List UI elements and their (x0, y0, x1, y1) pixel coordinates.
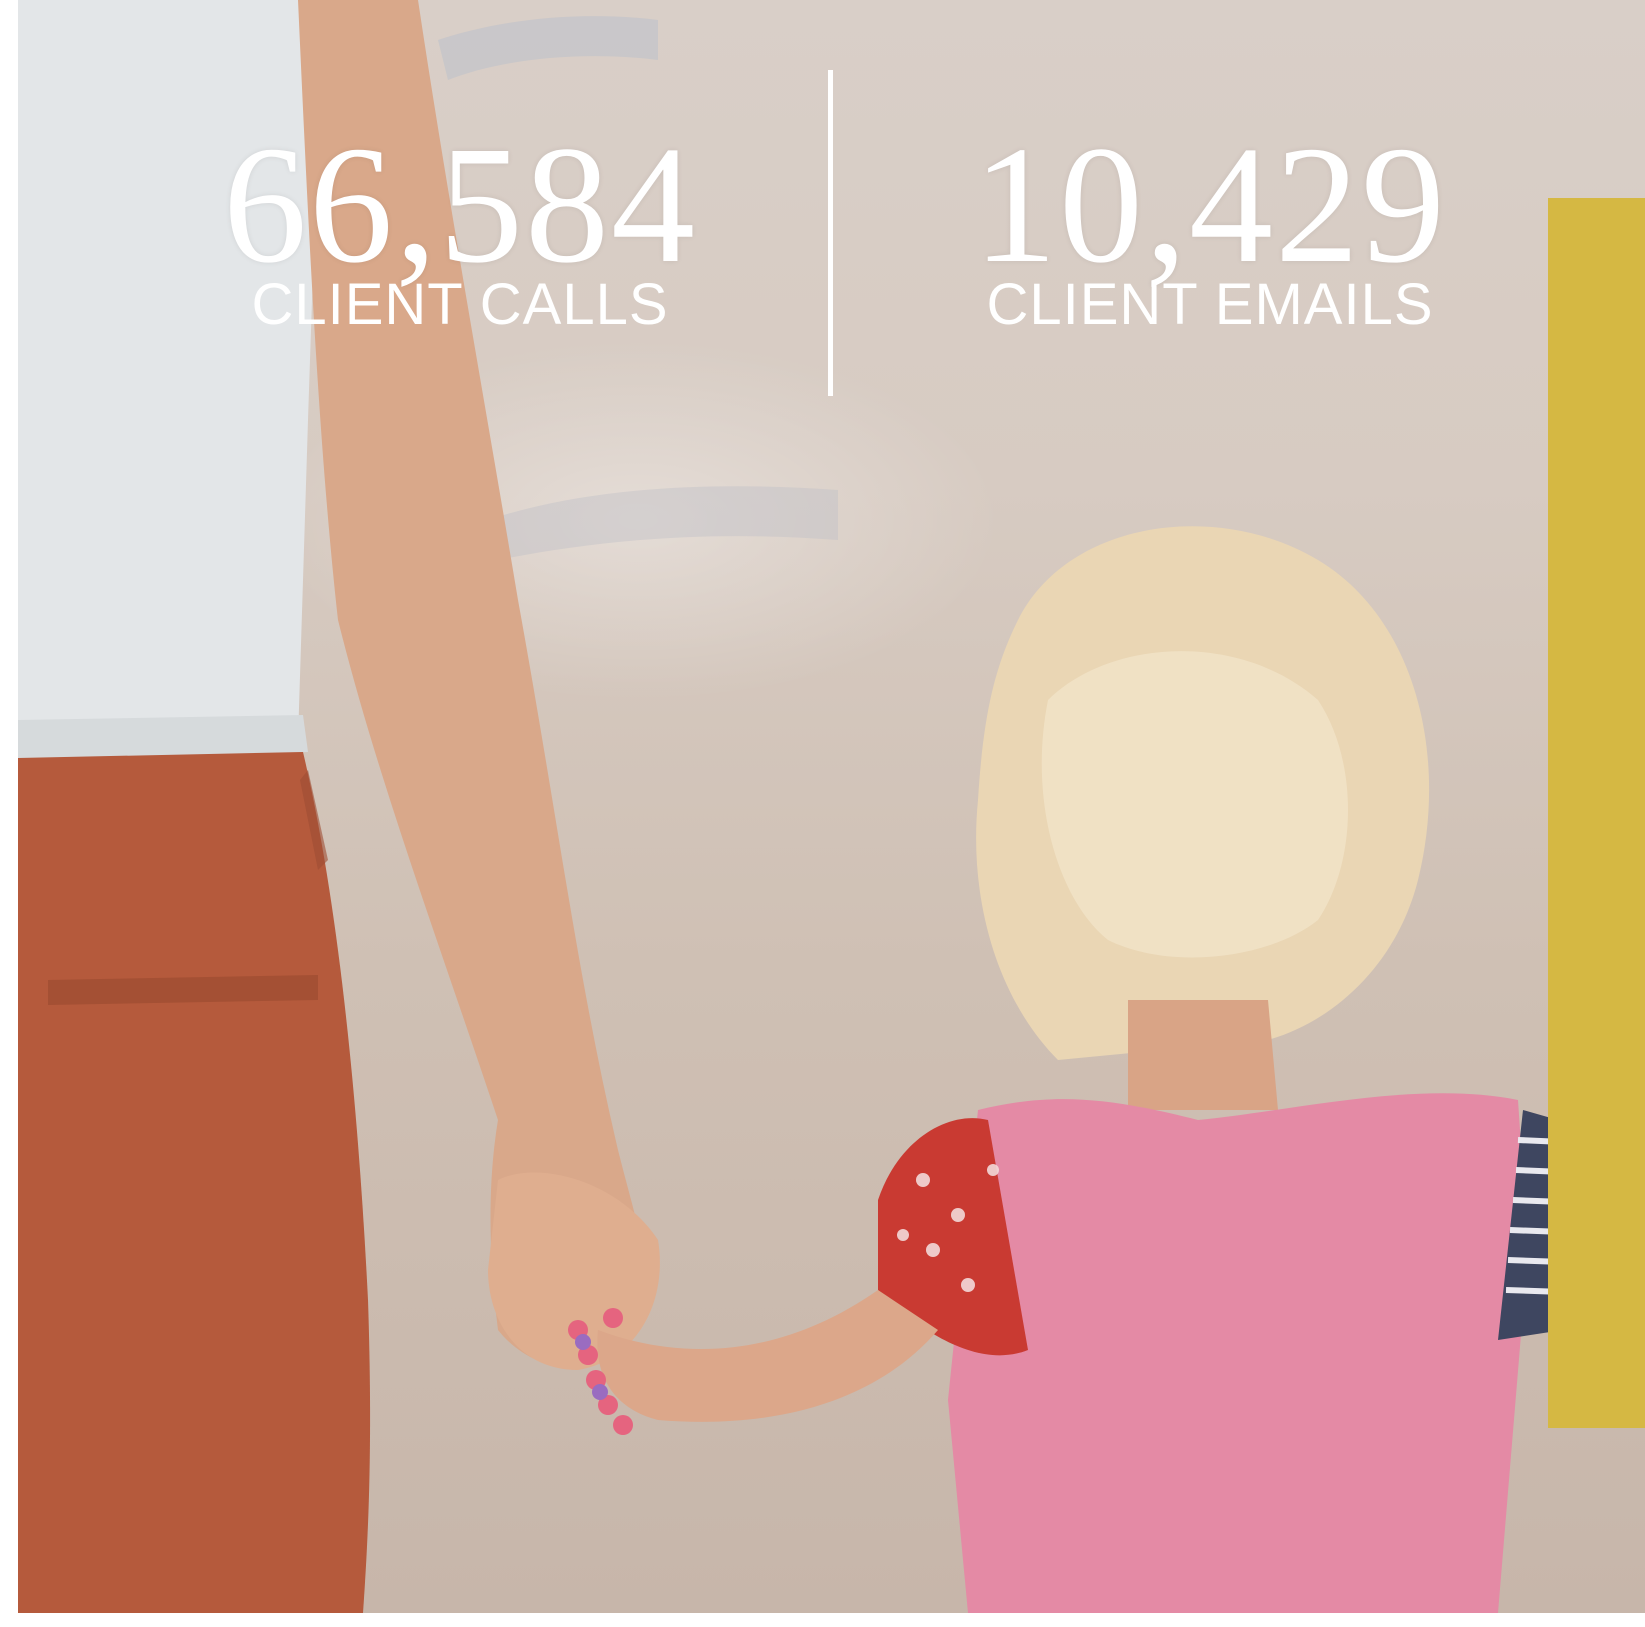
stat-value: 10,429 (973, 112, 1447, 298)
stat-label: CLIENT EMAILS (986, 272, 1434, 337)
stat-divider (828, 70, 833, 396)
stat-client-calls: 66,584 CLIENT CALLS (170, 112, 750, 340)
stats-photo-page: 66,584 CLIENT CALLS 10,429 CLIENT EMAILS (0, 0, 1645, 1627)
stat-value: 66,584 (223, 112, 697, 298)
stat-label: CLIENT CALLS (251, 272, 669, 337)
stat-client-emails: 10,429 CLIENT EMAILS (930, 112, 1490, 340)
accent-bar (1548, 198, 1645, 1428)
